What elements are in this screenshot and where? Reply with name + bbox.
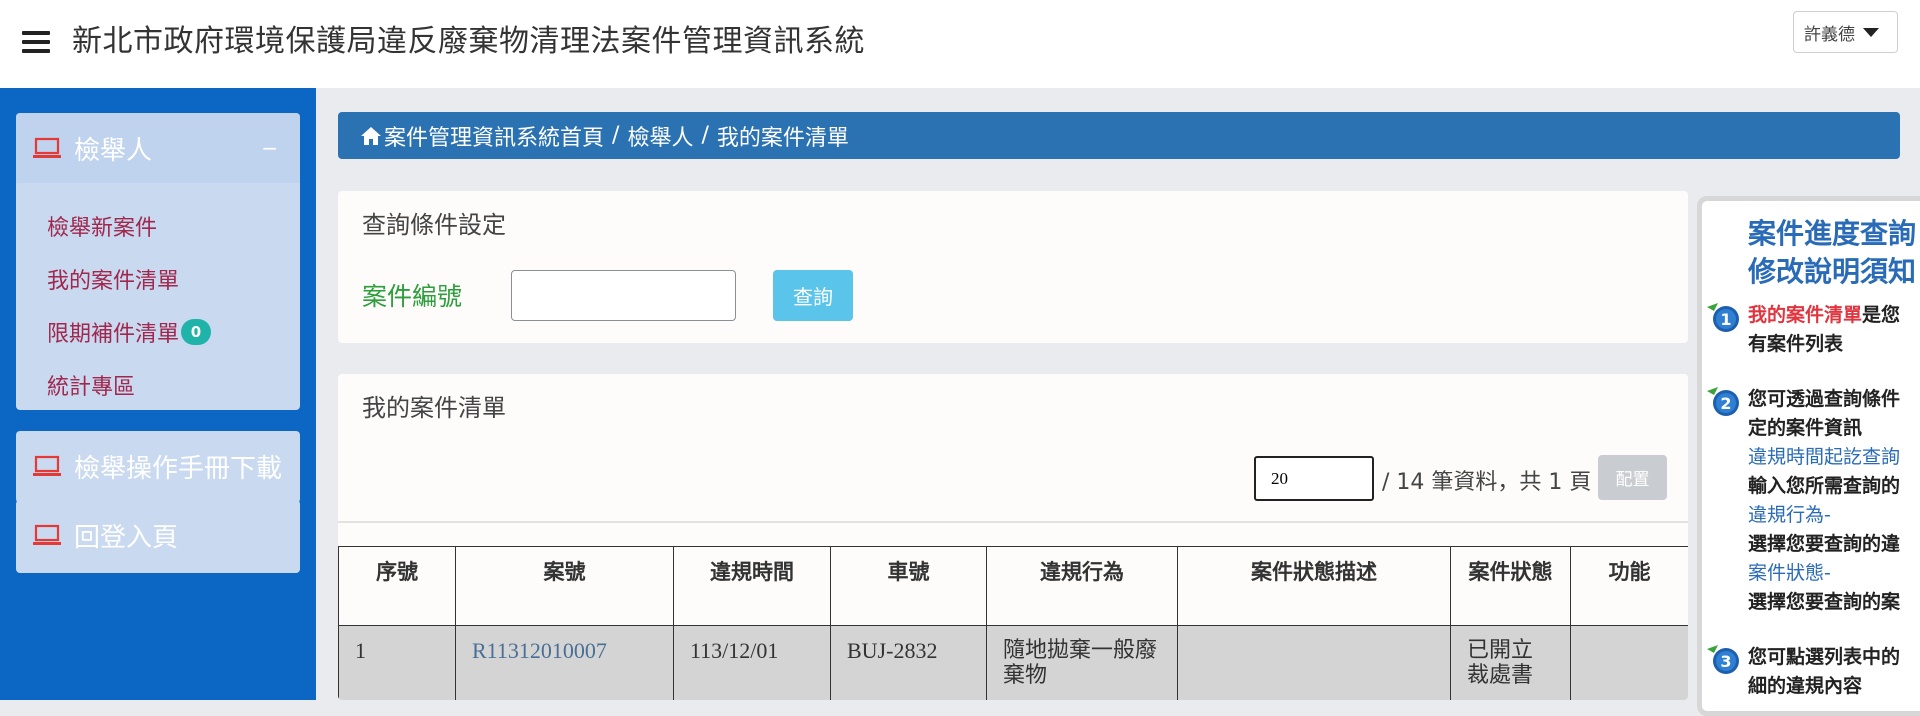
cell-violation-behavior: 隨地拋棄一般廢棄物 <box>986 625 1178 700</box>
help-line: 選擇您要查詢的違 <box>1748 533 1901 555</box>
sidebar-panel-title: 回登入頁 <box>74 522 179 553</box>
breadcrumb-separator: / <box>701 123 709 148</box>
step-number-icon: 2 <box>1707 387 1739 416</box>
cell-function <box>1570 625 1688 700</box>
cell-index: 1 <box>338 625 456 700</box>
sidebar-item-supplement-list[interactable]: 限期補件清單 0 <box>16 305 300 358</box>
top-header: 新北市政府環境保護局違反廢棄物清理法案件管理資訊系統 許義德 <box>0 0 1920 88</box>
help-line: 有案件列表 <box>1748 333 1844 355</box>
help-title-line: 案件進度查詢 <box>1747 217 1916 250</box>
column-header[interactable]: 案號 <box>455 546 674 626</box>
cell-status-description <box>1177 625 1451 700</box>
help-line: 是您 <box>1862 304 1901 326</box>
user-menu-dropdown[interactable]: 許義德 <box>1793 11 1898 53</box>
case-table: 序號 案號 違規時間 車號 違規行為 案件狀態描述 案件狀態 功能 1 R113… <box>338 546 1688 700</box>
sidebar-panel-header-reporter[interactable]: 檢舉人 − <box>16 113 300 183</box>
sidebar-item-statistics[interactable]: 統計專區 <box>16 358 300 411</box>
case-number-link[interactable]: R11312010007 <box>472 638 607 663</box>
cell-case-number: R11312010007 <box>455 625 674 700</box>
column-header[interactable]: 案件狀態 <box>1450 546 1571 626</box>
help-line: 您可點選列表中的 <box>1748 646 1901 668</box>
card-title: 查詢條件設定 <box>362 211 506 239</box>
help-step-3: 3 您可點選列表中的 細的違規內容 <box>1704 643 1920 701</box>
column-header: 功能 <box>1570 546 1688 626</box>
breadcrumb-separator: / <box>612 123 620 148</box>
pagination-summary: / 14 筆資料，共 1 頁 <box>1382 470 1592 495</box>
sidebar-link-list: 檢舉新案件 我的案件清單 限期補件清單 0 統計專區 <box>16 183 300 419</box>
query-button[interactable]: 查詢 <box>773 270 853 321</box>
help-line: 輸入您所需查詢的 <box>1748 475 1901 497</box>
laptop-icon <box>33 455 61 476</box>
app-title: 新北市政府環境保護局違反廢棄物清理法案件管理資訊系統 <box>72 24 865 59</box>
step-number: 3 <box>1720 652 1731 671</box>
help-highlight-link[interactable]: 我的案件清單 <box>1748 304 1862 326</box>
sidebar: 檢舉人 − 檢舉新案件 我的案件清單 限期補件清單 0 統計專區 檢舉操作手冊下… <box>0 88 316 700</box>
sidebar-item-my-cases[interactable]: 我的案件清單 <box>16 252 300 305</box>
breadcrumb-home[interactable]: 案件管理資訊系統首頁 <box>384 120 604 152</box>
sidebar-panel-title: 檢舉人 <box>74 135 153 166</box>
sidebar-panel-title: 檢舉操作手冊下載 <box>74 453 283 484</box>
help-instructions-panel: 案件進度查詢 修改說明須知 1 我的案件清單是您 有案件列表 2 您可透過查詢條… <box>1697 196 1920 716</box>
table-header-row: 序號 案號 違規時間 車號 違規行為 案件狀態描述 案件狀態 功能 <box>338 546 1688 626</box>
page-size-input[interactable] <box>1254 456 1374 501</box>
hamburger-menu-icon[interactable] <box>22 31 50 53</box>
column-header[interactable]: 違規行為 <box>986 546 1178 626</box>
help-title-line: 修改說明須知 <box>1747 255 1916 288</box>
sidebar-item-manual-download[interactable]: 檢舉操作手冊下載 <box>16 431 300 501</box>
sidebar-item-back-to-login[interactable]: 回登入頁 <box>16 500 300 570</box>
sidebar-item-label: 統計專區 <box>47 374 136 400</box>
sidebar-panel-reporter: 檢舉人 − 檢舉新案件 我的案件清單 限期補件清單 0 統計專區 <box>16 113 300 410</box>
column-header[interactable]: 違規時間 <box>673 546 831 626</box>
column-header[interactable]: 案件狀態描述 <box>1177 546 1451 626</box>
query-conditions-card: 查詢條件設定 案件編號 查詢 <box>338 191 1688 343</box>
case-number-input[interactable] <box>511 270 736 321</box>
case-list-card: 我的案件清單 / 14 筆資料，共 1 頁 配置 序號 案號 違規時間 車號 違… <box>338 374 1688 700</box>
help-line: 違規行為- <box>1748 504 1831 526</box>
card-title: 我的案件清單 <box>362 394 506 422</box>
help-line: 違規時間起訖查詢 <box>1748 446 1901 468</box>
sidebar-item-label: 檢舉新案件 <box>47 215 158 241</box>
help-line: 案件狀態- <box>1748 562 1831 584</box>
cell-violation-time: 113/12/01 <box>673 625 831 700</box>
count-badge: 0 <box>181 318 212 345</box>
help-line: 定的案件資訊 <box>1748 417 1863 439</box>
sidebar-item-new-report[interactable]: 檢舉新案件 <box>16 199 300 252</box>
cell-plate-number: BUJ-2832 <box>830 625 987 700</box>
sidebar-item-label: 我的案件清單 <box>47 268 180 294</box>
sidebar-item-label: 限期補件清單 <box>47 321 180 347</box>
collapse-icon[interactable]: − <box>261 136 278 160</box>
user-name: 許義德 <box>1804 24 1855 45</box>
config-button[interactable]: 配置 <box>1598 455 1667 500</box>
caret-down-icon <box>1863 27 1879 37</box>
table-row: 1 R11312010007 113/12/01 BUJ-2832 隨地拋棄一般… <box>338 625 1688 700</box>
laptop-icon <box>33 137 61 158</box>
sidebar-panel-manual: 檢舉操作手冊下載 <box>16 431 300 503</box>
help-step-1: 1 我的案件清單是您 有案件列表 <box>1704 301 1920 359</box>
breadcrumb-current: 我的案件清單 <box>716 125 849 151</box>
step-number: 2 <box>1720 394 1731 413</box>
step-number-icon: 1 <box>1707 303 1739 332</box>
help-line: 細的違規內容 <box>1748 675 1863 697</box>
case-number-label: 案件編號 <box>362 282 463 311</box>
step-number: 1 <box>1720 310 1731 329</box>
divider <box>338 521 1688 523</box>
home-icon[interactable] <box>360 126 382 146</box>
help-line: 您可透過查詢條件 <box>1748 388 1901 410</box>
laptop-icon <box>33 524 61 545</box>
help-step-2: 2 您可透過查詢條件 定的案件資訊 違規時間起訖查詢 輸入您所需查詢的 違規行為… <box>1704 385 1920 617</box>
column-header[interactable]: 序號 <box>338 546 456 626</box>
help-line: 選擇您要查詢的案 <box>1748 591 1901 613</box>
help-title: 案件進度查詢 修改說明須知 <box>1702 215 1920 291</box>
column-header[interactable]: 車號 <box>830 546 987 626</box>
step-number-icon: 3 <box>1707 645 1739 674</box>
breadcrumb-reporter[interactable]: 檢舉人 <box>627 120 693 152</box>
breadcrumb: 案件管理資訊系統首頁 / 檢舉人 / 我的案件清單 <box>338 112 1900 159</box>
cell-case-status: 已開立裁處書 <box>1450 625 1571 700</box>
sidebar-panel-login: 回登入頁 <box>16 500 300 573</box>
